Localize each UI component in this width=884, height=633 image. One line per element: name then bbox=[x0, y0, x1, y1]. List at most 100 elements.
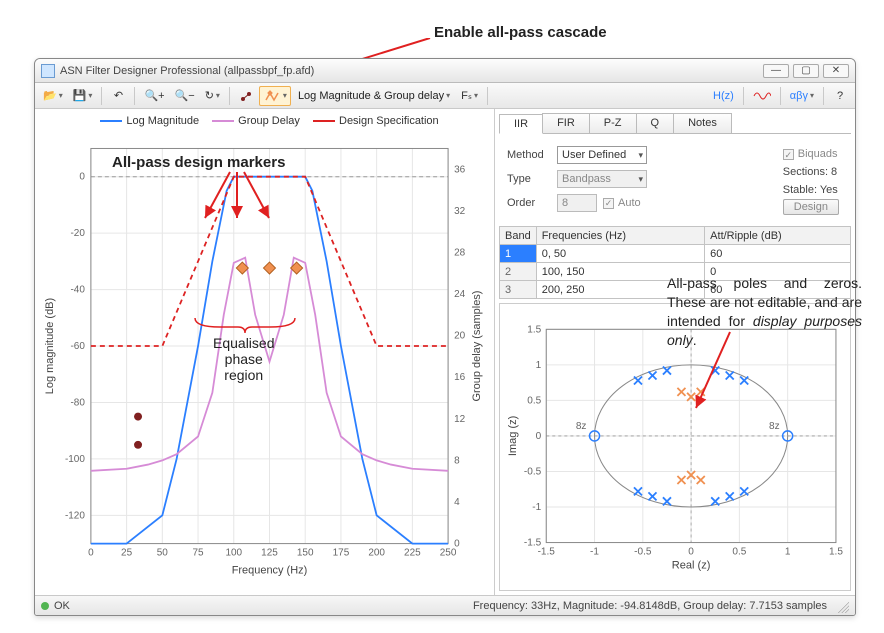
plot-legend: Log Magnitude Group Delay Design Specifi… bbox=[39, 113, 490, 129]
svg-text:-100: -100 bbox=[65, 454, 85, 465]
refresh-button[interactable]: ↻ bbox=[201, 86, 224, 106]
svg-text:Frequency (Hz): Frequency (Hz) bbox=[232, 565, 308, 577]
svg-text:0: 0 bbox=[88, 548, 94, 559]
marker-tool-button[interactable] bbox=[235, 86, 257, 106]
svg-text:-1.5: -1.5 bbox=[524, 538, 542, 549]
tab-pz[interactable]: P-Z bbox=[589, 113, 637, 133]
fs-button[interactable]: Fₛ bbox=[457, 86, 482, 106]
greek-button[interactable]: αβγ bbox=[786, 86, 818, 106]
main-toolbar: 📂 💾 ↶ 🔍+ 🔍− ↻ Log Magnitude & Group dela… bbox=[35, 83, 855, 109]
svg-text:36: 36 bbox=[454, 164, 466, 175]
svg-text:-80: -80 bbox=[70, 397, 85, 408]
svg-text:Real (z): Real (z) bbox=[672, 560, 711, 572]
svg-text:0: 0 bbox=[536, 431, 542, 442]
iir-form: ✓Biquads Sections: 8 Stable: Yes Design … bbox=[499, 138, 851, 222]
pz-plot[interactable]: -1.5-1-0.500.511.5-1.5-1-0.500.511.58z8z… bbox=[499, 303, 851, 591]
svg-text:32: 32 bbox=[454, 206, 466, 217]
cursor-readout: Frequency: 33Hz, Magnitude: -94.8148dB, … bbox=[473, 600, 827, 612]
auto-checkbox: ✓Auto bbox=[603, 197, 641, 209]
tab-q[interactable]: Q bbox=[636, 113, 675, 133]
col-freq: Frequencies (Hz) bbox=[536, 227, 704, 245]
svg-text:225: 225 bbox=[404, 548, 421, 559]
table-row[interactable]: 1 0, 50 60 bbox=[500, 245, 851, 263]
save-button[interactable]: 💾 bbox=[69, 86, 97, 106]
table-row[interactable]: 2 100, 150 0 bbox=[500, 263, 851, 281]
svg-text:0.5: 0.5 bbox=[732, 547, 746, 558]
open-button[interactable]: 📂 bbox=[39, 86, 67, 106]
app-window: ASN Filter Designer Professional (allpas… bbox=[34, 58, 856, 616]
svg-text:Imag (z): Imag (z) bbox=[507, 416, 519, 457]
zoom-in-button[interactable]: 🔍+ bbox=[140, 86, 168, 106]
view-mode-select[interactable]: Log Magnitude & Group delay bbox=[293, 86, 455, 106]
svg-text:-0.5: -0.5 bbox=[524, 466, 542, 477]
svg-text:-120: -120 bbox=[65, 510, 85, 521]
svg-text:0: 0 bbox=[79, 172, 85, 183]
col-band: Band bbox=[500, 227, 537, 245]
method-select[interactable]: User Defined bbox=[557, 146, 647, 164]
svg-text:-1: -1 bbox=[532, 502, 541, 513]
svg-text:25: 25 bbox=[121, 548, 133, 559]
zoom-out-button[interactable]: 🔍− bbox=[171, 86, 199, 106]
svg-text:1.5: 1.5 bbox=[527, 324, 541, 335]
svg-text:100: 100 bbox=[225, 548, 242, 559]
legend-mag: Log Magnitude bbox=[126, 115, 199, 127]
svg-text:20: 20 bbox=[454, 331, 466, 342]
svg-text:75: 75 bbox=[193, 548, 205, 559]
titlebar: ASN Filter Designer Professional (allpas… bbox=[35, 59, 855, 83]
svg-text:28: 28 bbox=[454, 247, 466, 258]
svg-text:200: 200 bbox=[368, 548, 385, 559]
svg-text:8z: 8z bbox=[769, 421, 780, 432]
svg-text:-20: -20 bbox=[70, 228, 85, 239]
wave-tool-button[interactable] bbox=[749, 86, 775, 106]
status-ok: OK bbox=[54, 600, 70, 612]
table-row[interactable]: 3 200, 250 60 bbox=[500, 281, 851, 299]
order-field: 8 bbox=[557, 194, 597, 212]
tab-notes[interactable]: Notes bbox=[673, 113, 732, 133]
magnitude-plot[interactable]: 0255075100125150175200225250-120-100-80-… bbox=[39, 129, 490, 591]
svg-text:-0.5: -0.5 bbox=[634, 547, 652, 558]
svg-text:4: 4 bbox=[454, 497, 460, 508]
help-button[interactable]: ? bbox=[829, 86, 851, 106]
type-label: Type bbox=[507, 173, 551, 185]
svg-text:150: 150 bbox=[297, 548, 314, 559]
svg-text:125: 125 bbox=[261, 548, 278, 559]
undo-button[interactable]: ↶ bbox=[107, 86, 129, 106]
minimize-button[interactable]: — bbox=[763, 64, 789, 78]
svg-text:175: 175 bbox=[333, 548, 350, 559]
svg-text:0: 0 bbox=[454, 539, 460, 550]
svg-text:-40: -40 bbox=[70, 285, 85, 296]
svg-text:Log magnitude (dB): Log magnitude (dB) bbox=[44, 298, 56, 394]
type-select: Bandpass bbox=[557, 170, 647, 188]
right-panel: IIR FIR P-Z Q Notes ✓Biquads Sections: 8… bbox=[495, 109, 855, 595]
legend-spec: Design Specification bbox=[339, 115, 439, 127]
allpass-cascade-button[interactable] bbox=[259, 86, 291, 106]
svg-text:-1: -1 bbox=[590, 547, 599, 558]
svg-text:1: 1 bbox=[785, 547, 791, 558]
svg-text:1: 1 bbox=[536, 360, 542, 371]
annotation-enable-allpass: Enable all-pass cascade bbox=[434, 24, 607, 41]
app-icon bbox=[41, 64, 55, 78]
col-att: Att/Ripple (dB) bbox=[705, 227, 851, 245]
hz-button[interactable]: H(z) bbox=[709, 86, 738, 106]
window-title: ASN Filter Designer Professional (allpas… bbox=[60, 65, 314, 77]
svg-text:24: 24 bbox=[454, 289, 466, 300]
svg-text:0: 0 bbox=[688, 547, 694, 558]
svg-text:-60: -60 bbox=[70, 341, 85, 352]
tab-fir[interactable]: FIR bbox=[542, 113, 590, 133]
svg-text:8z: 8z bbox=[576, 421, 587, 432]
resize-grip[interactable] bbox=[835, 599, 849, 613]
band-table[interactable]: Band Frequencies (Hz) Att/Ripple (dB) 1 … bbox=[499, 226, 851, 299]
svg-text:0.5: 0.5 bbox=[527, 395, 541, 406]
maximize-button[interactable]: ▢ bbox=[793, 64, 819, 78]
svg-text:50: 50 bbox=[157, 548, 169, 559]
close-button[interactable]: ✕ bbox=[823, 64, 849, 78]
legend-gd: Group Delay bbox=[238, 115, 300, 127]
design-button[interactable]: Design bbox=[783, 199, 839, 215]
order-label: Order bbox=[507, 197, 551, 209]
method-label: Method bbox=[507, 149, 551, 161]
svg-text:8: 8 bbox=[454, 455, 460, 466]
left-panel: Log Magnitude Group Delay Design Specifi… bbox=[35, 109, 495, 595]
tab-iir[interactable]: IIR bbox=[499, 114, 543, 134]
design-tabs: IIR FIR P-Z Q Notes bbox=[499, 113, 851, 134]
biquads-checkbox[interactable]: ✓Biquads bbox=[783, 146, 838, 164]
